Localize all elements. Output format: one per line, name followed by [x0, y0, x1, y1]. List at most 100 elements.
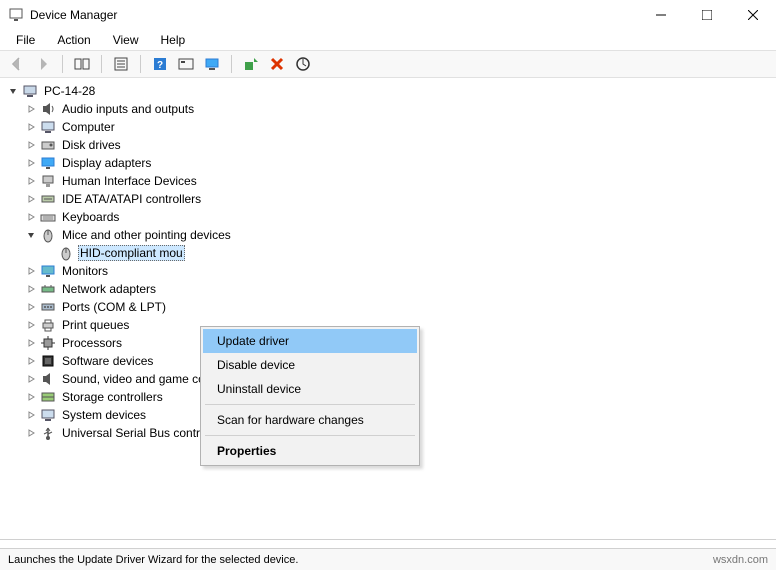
maximize-button[interactable]: [684, 0, 730, 30]
chevron-right-icon[interactable]: [24, 192, 38, 206]
context-menu-update-driver[interactable]: Update driver: [203, 329, 417, 353]
chevron-right-icon[interactable]: [24, 300, 38, 314]
uninstall-toolbar-button[interactable]: [266, 53, 288, 75]
svg-text:?: ?: [157, 60, 163, 71]
chevron-right-icon[interactable]: [24, 318, 38, 332]
toolbar-separator: [101, 55, 102, 73]
monitor-icon: [40, 263, 56, 279]
title-bar: Device Manager: [0, 0, 776, 30]
tree-device[interactable]: HID-compliant mou: [42, 244, 776, 262]
chevron-right-icon[interactable]: [24, 264, 38, 278]
update-driver-toolbar-button[interactable]: [240, 53, 262, 75]
tree-category-label: Keyboards: [60, 209, 121, 225]
chevron-right-icon[interactable]: [24, 372, 38, 386]
keyboard-icon: [40, 209, 56, 225]
tree-category-label: Ports (COM & LPT): [60, 299, 168, 315]
tree-category-label: Computer: [60, 119, 117, 135]
tree-category[interactable]: Audio inputs and outputs: [24, 100, 776, 118]
tree-category-label: IDE ATA/ATAPI controllers: [60, 191, 203, 207]
tree-category-label: Network adapters: [60, 281, 158, 297]
menu-bar: File Action View Help: [0, 30, 776, 50]
toolbar: ?: [0, 50, 776, 78]
context-menu: Update driver Disable device Uninstall d…: [200, 326, 420, 466]
tree-category-label: Monitors: [60, 263, 110, 279]
tree-category-label: Audio inputs and outputs: [60, 101, 196, 117]
chevron-right-icon[interactable]: [24, 426, 38, 440]
sound-icon: [40, 371, 56, 387]
computer-icon: [22, 83, 38, 99]
back-button[interactable]: [6, 53, 28, 75]
toolbar-separator: [62, 55, 63, 73]
context-menu-uninstall-device[interactable]: Uninstall device: [203, 377, 417, 401]
tree-category[interactable]: Ports (COM & LPT): [24, 298, 776, 316]
devices-button[interactable]: [201, 53, 223, 75]
chevron-down-icon[interactable]: [24, 228, 38, 242]
network-icon: [40, 281, 56, 297]
chevron-down-icon[interactable]: [6, 84, 20, 98]
context-menu-properties[interactable]: Properties: [203, 439, 417, 463]
menu-file[interactable]: File: [6, 31, 45, 49]
cpu-icon: [40, 335, 56, 351]
menu-help[interactable]: Help: [151, 31, 196, 49]
computer-icon: [40, 119, 56, 135]
tree-device-label: HID-compliant mou: [78, 245, 185, 261]
chevron-right-icon[interactable]: [24, 156, 38, 170]
status-right: wsxdn.com: [713, 554, 768, 566]
chevron-right-icon[interactable]: [24, 210, 38, 224]
tree-category[interactable]: IDE ATA/ATAPI controllers: [24, 190, 776, 208]
tree-category[interactable]: Display adapters: [24, 154, 776, 172]
scan-hardware-button[interactable]: [292, 53, 314, 75]
printq-icon: [40, 317, 56, 333]
forward-button[interactable]: [32, 53, 54, 75]
minimize-button[interactable]: [638, 0, 684, 30]
status-bar: Launches the Update Driver Wizard for th…: [0, 548, 776, 570]
menu-action[interactable]: Action: [47, 31, 100, 49]
tree-category[interactable]: Mice and other pointing devices: [24, 226, 776, 244]
chevron-right-icon[interactable]: [24, 102, 38, 116]
tree-category[interactable]: Monitors: [24, 262, 776, 280]
tree-root-label: PC-14-28: [42, 83, 97, 99]
chevron-right-icon[interactable]: [24, 354, 38, 368]
close-button[interactable]: [730, 0, 776, 30]
mouse-icon: [40, 227, 56, 243]
context-menu-scan-hardware[interactable]: Scan for hardware changes: [203, 408, 417, 432]
audio-icon: [40, 101, 56, 117]
chevron-right-icon[interactable]: [24, 336, 38, 350]
show-hide-console-button[interactable]: [71, 53, 93, 75]
tree-category[interactable]: Keyboards: [24, 208, 776, 226]
storage-icon: [40, 389, 56, 405]
chevron-right-icon[interactable]: [24, 120, 38, 134]
show-hidden-button[interactable]: [175, 53, 197, 75]
context-menu-disable-device[interactable]: Disable device: [203, 353, 417, 377]
window-controls: [638, 0, 776, 30]
chevron-right-icon[interactable]: [24, 174, 38, 188]
soft-icon: [40, 353, 56, 369]
hid-icon: [40, 173, 56, 189]
context-menu-separator: [205, 404, 415, 405]
chevron-right-icon[interactable]: [24, 390, 38, 404]
tree-root[interactable]: PC-14-28: [6, 82, 776, 100]
help-button[interactable]: ?: [149, 53, 171, 75]
properties-button[interactable]: [110, 53, 132, 75]
app-icon: [8, 7, 24, 23]
context-menu-separator: [205, 435, 415, 436]
chevron-right-icon[interactable]: [24, 138, 38, 152]
tree-category[interactable]: Network adapters: [24, 280, 776, 298]
system-icon: [40, 407, 56, 423]
tree-category-label: Disk drives: [60, 137, 123, 153]
tree-category[interactable]: Human Interface Devices: [24, 172, 776, 190]
chevron-right-icon[interactable]: [24, 408, 38, 422]
device-tree[interactable]: PC-14-28 Audio inputs and outputs Compute…: [0, 78, 776, 540]
chevron-right-icon[interactable]: [24, 282, 38, 296]
ide-icon: [40, 191, 56, 207]
tree-category[interactable]: Disk drives: [24, 136, 776, 154]
mouse-icon: [58, 245, 74, 261]
window-title: Device Manager: [30, 8, 638, 22]
tree-category-label: Storage controllers: [60, 389, 165, 405]
toolbar-separator: [140, 55, 141, 73]
menu-view[interactable]: View: [103, 31, 149, 49]
tree-category-label: Processors: [60, 335, 124, 351]
tree-category[interactable]: Computer: [24, 118, 776, 136]
tree-category-label: Software devices: [60, 353, 155, 369]
display-icon: [40, 155, 56, 171]
